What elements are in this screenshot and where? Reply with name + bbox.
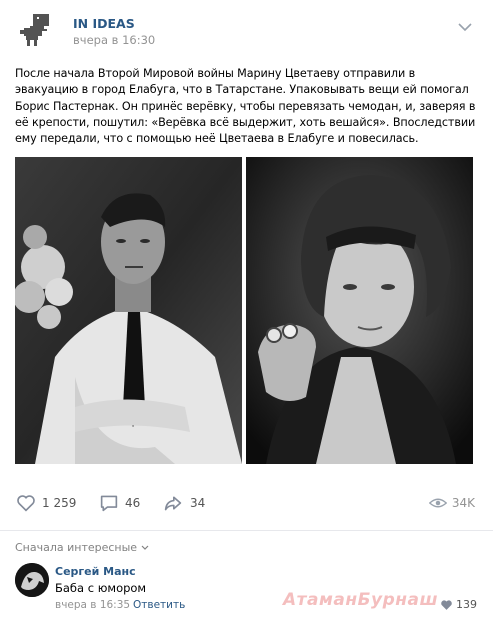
chevron-down-icon <box>141 545 149 550</box>
views-count: 34K <box>451 496 475 510</box>
photo-portrait-woman[interactable] <box>246 157 473 464</box>
comment-icon <box>100 495 118 512</box>
share-count: 34 <box>190 496 206 510</box>
comment-author[interactable]: Сергей Манс <box>55 565 136 578</box>
comment-like-button[interactable]: 139 <box>440 598 477 611</box>
photo-portrait-man[interactable] <box>15 157 242 464</box>
comment-count: 46 <box>125 496 141 510</box>
comment-like-count: 139 <box>456 598 477 611</box>
chevron-down-icon[interactable] <box>457 18 473 32</box>
group-avatar[interactable] <box>16 12 56 48</box>
post-header: IN IDEAS вчера в 16:30 <box>0 0 493 56</box>
comment-button[interactable]: 46 <box>99 494 140 512</box>
comment-text: Баба с юмором <box>55 581 147 595</box>
dinosaur-icon <box>20 14 49 46</box>
group-name[interactable]: IN IDEAS <box>73 16 135 31</box>
comment-time[interactable]: вчера в 16:35 <box>55 599 130 611</box>
share-icon <box>164 496 182 511</box>
avatar[interactable] <box>15 563 49 597</box>
watermark: АтаманБурнаш <box>283 590 439 610</box>
views-counter: 34K <box>428 496 475 510</box>
reply-link[interactable]: Ответить <box>133 599 185 611</box>
comments-sort-label: Сначала интересные <box>15 541 138 554</box>
heart-icon <box>441 599 452 610</box>
post-time[interactable]: вчера в 16:30 <box>73 33 155 47</box>
divider <box>0 530 493 531</box>
share-button[interactable]: 34 <box>162 494 205 512</box>
heart-icon <box>17 495 35 512</box>
like-count: 1 259 <box>42 496 77 510</box>
like-button[interactable]: 1 259 <box>16 494 76 512</box>
eye-icon <box>428 498 447 508</box>
post-actions: 1 259 46 34 34K <box>0 484 493 524</box>
comments-sort[interactable]: Сначала интересные <box>15 541 149 554</box>
post-text: После начала Второй Мировой войны Марину… <box>15 67 476 146</box>
